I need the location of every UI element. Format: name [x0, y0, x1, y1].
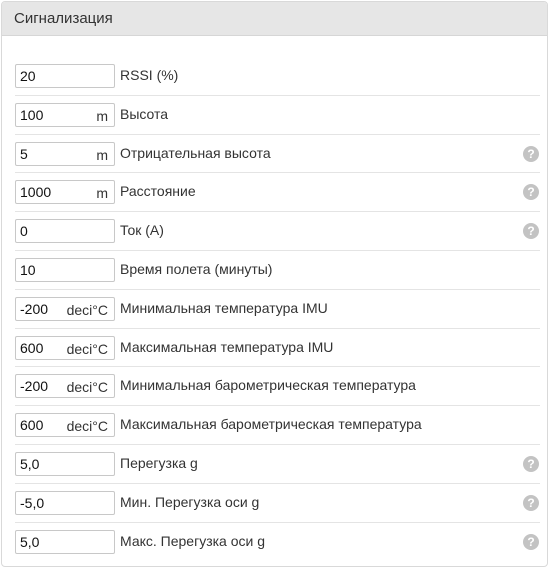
- setting-row: 600 deci°C Максимальная температура IMU: [15, 329, 540, 368]
- value-text: -200: [20, 378, 49, 395]
- value-input[interactable]: -5,0: [15, 490, 115, 515]
- help-icon[interactable]: ?: [523, 184, 539, 201]
- help-icon[interactable]: ?: [523, 145, 539, 162]
- setting-label: Высота: [120, 105, 169, 122]
- unit-suffix: m: [96, 146, 108, 163]
- help-icon[interactable]: ?: [523, 455, 539, 472]
- value-text: 5,0: [20, 455, 40, 472]
- value-input[interactable]: 5m: [15, 141, 115, 166]
- value-text: 5: [20, 145, 28, 162]
- setting-row: 100 m Высота: [15, 96, 540, 135]
- help-icon[interactable]: ?: [523, 223, 539, 240]
- setting-label: Минимальная температура IMU: [120, 299, 328, 316]
- unit-suffix: deci°C: [66, 301, 108, 318]
- setting-row: 600 deci°C Максимальная барометрическая те…: [15, 406, 540, 445]
- value-input[interactable]: -200 deci°C: [15, 296, 115, 321]
- setting-row: -200 deci°C Минимальная барометрическая те…: [15, 367, 540, 407]
- value-text: 600: [20, 417, 44, 434]
- unit-suffix: deci°C: [66, 340, 108, 357]
- unit-suffix: m: [96, 107, 108, 124]
- setting-label: Макс. Перегузка оси g: [120, 532, 266, 549]
- value-text: 100: [20, 106, 44, 123]
- setting-label: Минимальная барометрическая температура: [120, 377, 416, 394]
- value-input[interactable]: 0: [15, 219, 115, 244]
- setting-row: -5,0 Мин. Перегузка оси g?: [15, 484, 540, 523]
- unit-suffix: deci°C: [66, 379, 108, 396]
- setting-label: RSSI (%): [120, 67, 179, 83]
- value-input[interactable]: 20: [15, 64, 115, 88]
- value-text: 1000: [20, 184, 52, 201]
- value-text: 10: [20, 261, 36, 278]
- value-text: -5,0: [20, 494, 45, 511]
- value-text: -200: [20, 300, 49, 317]
- value-text: 5,0: [20, 533, 40, 550]
- value-text: 0: [20, 223, 28, 240]
- unit-suffix: m: [96, 185, 108, 202]
- setting-label: Максимальная барометрическая температура: [120, 416, 422, 433]
- setting-label: Перегузка g: [120, 454, 198, 471]
- value-text: 600: [20, 339, 44, 356]
- setting-label: Время полета (минуты): [120, 260, 273, 277]
- setting-row: 10 Время полета (минуты): [15, 251, 540, 290]
- setting-row: 5,0 Перегузка g?: [15, 445, 540, 484]
- value-input[interactable]: 600 deci°C: [15, 335, 115, 360]
- value-input[interactable]: 5,0: [15, 451, 115, 476]
- value-input[interactable]: -200 deci°C: [15, 374, 115, 399]
- alarms-panel: Сигнализация 20 RSSI (%) 100 m Высота 5 m Отриц…: [1, 1, 548, 567]
- setting-row: 20 RSSI (%): [15, 57, 540, 96]
- help-icon[interactable]: ?: [523, 533, 539, 550]
- value-input[interactable]: 10: [15, 257, 115, 282]
- setting-row: 5 m Отрицательная высота?: [15, 135, 540, 174]
- setting-row: 5,0 Макс. Перегузка оси g?: [15, 523, 540, 562]
- setting-row: 1000 m Расстояние?: [15, 173, 540, 213]
- value-input[interactable]: 1000 m: [15, 180, 115, 205]
- settings-list: 20 RSSI (%) 100 m Высота 5 m Отрицательная высо…: [15, 57, 540, 561]
- setting-label: Расстояние: [120, 183, 196, 200]
- value-text: 20: [20, 68, 36, 84]
- setting-row: 0 Ток (A)?: [15, 212, 540, 251]
- value-input[interactable]: 5,0: [15, 529, 115, 554]
- setting-label: Отрицательная высота: [120, 144, 271, 161]
- setting-label: Максимальная температура IMU: [120, 338, 334, 355]
- help-icon[interactable]: ?: [523, 494, 539, 511]
- value-input[interactable]: 600 deci°C: [15, 413, 115, 438]
- setting-row: -200 deci°C Минимальная температура IMU: [15, 290, 540, 329]
- panel-title: Сигнализация: [2, 2, 547, 36]
- setting-label: Мин. Перегузка оси g: [120, 493, 260, 510]
- value-input[interactable]: 100 m: [15, 102, 115, 127]
- setting-label: Ток (A): [120, 222, 164, 239]
- unit-suffix: deci°C: [66, 418, 108, 435]
